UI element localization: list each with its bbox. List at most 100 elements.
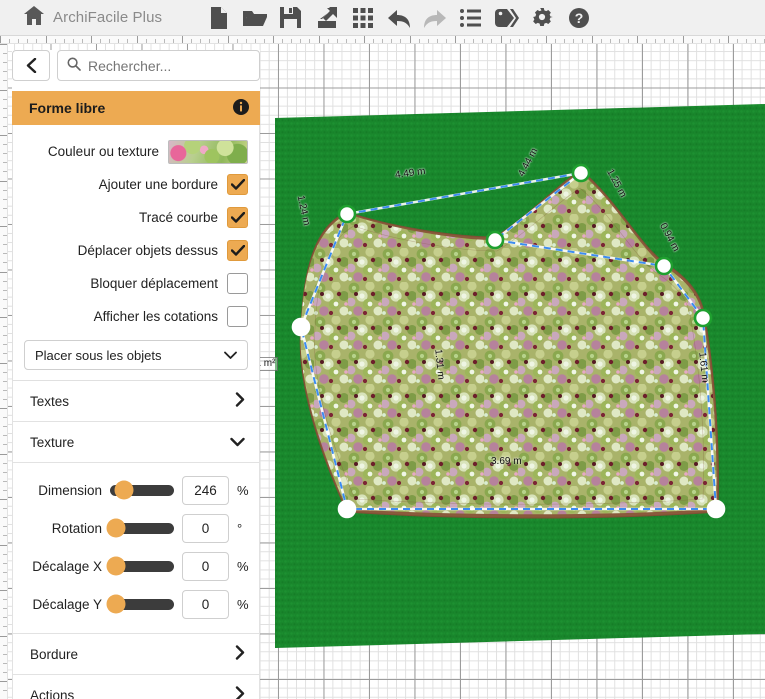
- gear-icon[interactable]: [530, 5, 555, 30]
- control-unit: %: [237, 597, 249, 612]
- ruler-tick: [410, 36, 411, 44]
- chevron-right-icon: [235, 392, 245, 410]
- ruler-tick: [0, 272, 8, 273]
- ruler-tick: [0, 545, 8, 546]
- control-label: Décalage X: [32, 559, 102, 574]
- rotation-slider[interactable]: [110, 523, 174, 534]
- option-row-lock: Bloquer déplacement: [24, 267, 248, 300]
- control-rotation: Rotation °: [23, 509, 249, 547]
- ruler-tick: [592, 36, 593, 44]
- ruler-tick: [137, 36, 138, 44]
- home-icon[interactable]: [24, 6, 44, 30]
- offset-x-input[interactable]: [182, 552, 229, 581]
- vertex-handle: [708, 501, 724, 517]
- info-icon[interactable]: [233, 99, 249, 118]
- ruler-tick: [228, 36, 229, 44]
- control-unit: °: [237, 521, 249, 536]
- section-textes[interactable]: Textes: [12, 381, 260, 422]
- sidebar-search-row: [12, 50, 260, 81]
- option-label: Couleur ou texture: [48, 144, 159, 159]
- dimension-input[interactable]: [182, 476, 229, 505]
- search-icon: [67, 57, 81, 74]
- option-row-dimensions: Afficher les cotations: [24, 300, 248, 333]
- search-input[interactable]: [88, 58, 250, 74]
- ruler-tick: [546, 36, 547, 44]
- save-icon[interactable]: [278, 5, 303, 30]
- help-icon[interactable]: ?: [566, 5, 591, 30]
- color-texture-swatch[interactable]: [168, 140, 248, 164]
- ruler-tick: [0, 590, 8, 591]
- control-unit: %: [237, 483, 249, 498]
- list-icon[interactable]: [458, 5, 483, 30]
- section-texture[interactable]: Texture: [12, 422, 260, 463]
- section-label: Texture: [30, 435, 74, 450]
- checkbox-trace-courbe[interactable]: [227, 207, 248, 228]
- vertex-handle: [487, 232, 503, 248]
- chevron-right-icon: [235, 645, 245, 663]
- checkbox-bloquer-deplacement[interactable]: [227, 273, 248, 294]
- vertex-handle: [656, 258, 672, 274]
- tag-icon[interactable]: [494, 5, 519, 30]
- layer-select-value: Placer sous les objets: [35, 348, 161, 363]
- new-file-icon[interactable]: [206, 5, 231, 30]
- app-title: ArchiFacile Plus: [53, 9, 162, 26]
- export-icon[interactable]: [314, 5, 339, 30]
- properties-sidebar: Forme libre Couleur ou texture Ajouter u…: [12, 50, 260, 699]
- chevron-right-icon: [235, 686, 245, 699]
- section-label: Textes: [30, 394, 69, 409]
- ruler-tick: [0, 181, 8, 182]
- rotation-input[interactable]: [182, 514, 229, 543]
- grid-icon[interactable]: [350, 5, 375, 30]
- toolbar-icon-group: ?: [206, 5, 591, 30]
- offset-y-slider[interactable]: [110, 599, 174, 610]
- ruler-tick: [0, 317, 8, 318]
- ruler-tick: [0, 681, 8, 682]
- chevron-down-icon: [224, 348, 237, 363]
- ruler-tick: [319, 36, 320, 44]
- offset-x-slider[interactable]: [110, 561, 174, 572]
- vertex-handle: [293, 319, 309, 335]
- chevron-down-icon: [230, 435, 245, 450]
- texture-controls: Dimension % Rotation ° Décalage X % Déca…: [12, 463, 260, 634]
- section-label: Bordure: [30, 647, 78, 662]
- section-actions[interactable]: Actions: [12, 675, 260, 699]
- panel-body: Couleur ou texture Ajouter une bordure T…: [12, 125, 260, 381]
- ruler-tick: [364, 36, 365, 44]
- option-row-curve: Tracé courbe: [24, 201, 248, 234]
- offset-y-input[interactable]: [182, 590, 229, 619]
- ruler-tick: [637, 36, 638, 44]
- back-button[interactable]: [12, 50, 50, 81]
- dimension-slider[interactable]: [110, 485, 174, 496]
- vertex-handle: [695, 310, 711, 326]
- app-brand[interactable]: ArchiFacile Plus: [0, 6, 162, 30]
- ruler-tick: [501, 36, 502, 44]
- ruler-tick: [455, 36, 456, 44]
- ruler-tick: [0, 363, 8, 364]
- redo-icon[interactable]: [422, 5, 447, 30]
- ruler-tick: [182, 36, 183, 44]
- option-label: Afficher les cotations: [94, 309, 218, 324]
- dimension-label: 3.69 m: [491, 456, 522, 467]
- ruler-tick: [0, 36, 1, 44]
- panel-header: Forme libre: [12, 91, 260, 125]
- control-label: Dimension: [38, 483, 102, 498]
- checkbox-deplacer-objets-dessus[interactable]: [227, 240, 248, 261]
- ruler-tick: [0, 408, 8, 409]
- vertex-handle: [339, 501, 355, 517]
- layer-select[interactable]: Placer sous les objets: [24, 340, 248, 370]
- checkbox-ajouter-une-bordure[interactable]: [227, 174, 248, 195]
- ruler-tick: [0, 636, 8, 637]
- option-row-border: Ajouter une bordure: [24, 168, 248, 201]
- option-label: Ajouter une bordure: [99, 177, 218, 192]
- ruler-tick: [0, 226, 8, 227]
- checkbox-afficher-les-cotations[interactable]: [227, 306, 248, 327]
- ruler-tick: [91, 36, 92, 44]
- search-box[interactable]: [57, 50, 260, 81]
- section-bordure[interactable]: Bordure: [12, 634, 260, 675]
- ruler-tick: [728, 36, 729, 44]
- open-folder-icon[interactable]: [242, 5, 267, 30]
- top-toolbar: ArchiFacile Plus: [0, 0, 765, 36]
- control-offset-x: Décalage X %: [23, 547, 249, 585]
- undo-icon[interactable]: [386, 5, 411, 30]
- vertical-ruler: [0, 44, 8, 699]
